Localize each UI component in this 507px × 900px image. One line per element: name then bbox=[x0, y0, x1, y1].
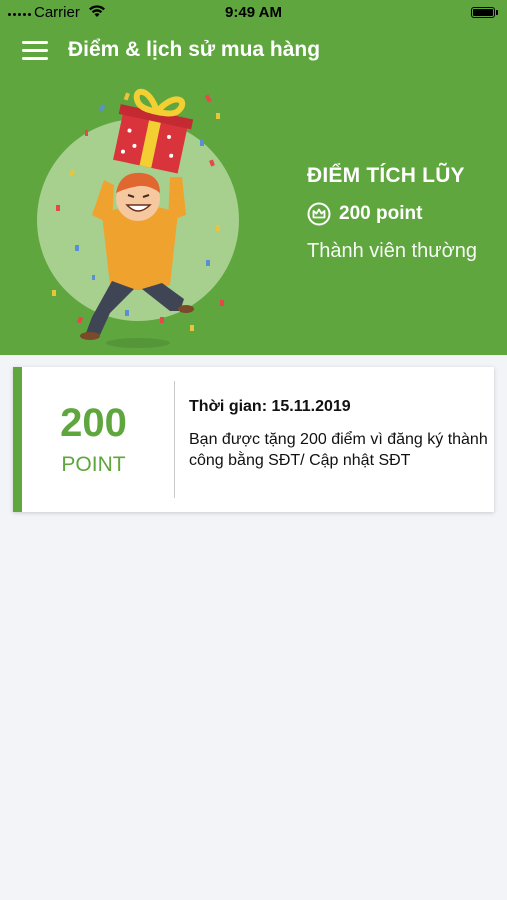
card-divider bbox=[174, 381, 175, 498]
points-heading: ĐIỂM TÍCH LŨY bbox=[307, 164, 465, 187]
status-bar: Carrier 9:49 AM bbox=[0, 0, 507, 28]
points-summary: 200 point bbox=[307, 202, 422, 226]
card-time: Thời gian: 15.11.2019 bbox=[189, 398, 351, 415]
crown-badge-icon bbox=[307, 202, 331, 226]
gift-celebration-illustration bbox=[30, 85, 260, 355]
card-points-unit: POINT bbox=[61, 453, 126, 476]
battery-tip bbox=[496, 10, 498, 15]
card-points-block: 200 POINT bbox=[22, 367, 165, 512]
hamburger-menu-icon bbox=[22, 41, 48, 44]
membership-tier: Thành viên thường bbox=[307, 240, 477, 262]
header-banner: Carrier 9:49 AM Điểm & lịch sử mua hàng bbox=[0, 0, 507, 355]
points-value: 200 point bbox=[339, 203, 423, 224]
menu-button[interactable] bbox=[22, 41, 48, 61]
point-history-card[interactable]: 200 POINT Thời gian: 15.11.2019 Bạn được… bbox=[13, 367, 494, 512]
status-time: 9:49 AM bbox=[225, 4, 282, 21]
battery-icon bbox=[471, 7, 495, 18]
card-points-value: 200 bbox=[60, 401, 127, 445]
page-title: Điểm & lịch sử mua hàng bbox=[68, 38, 321, 61]
card-description: Bạn được tặng 200 điểm vì đăng ký thành … bbox=[189, 431, 488, 469]
